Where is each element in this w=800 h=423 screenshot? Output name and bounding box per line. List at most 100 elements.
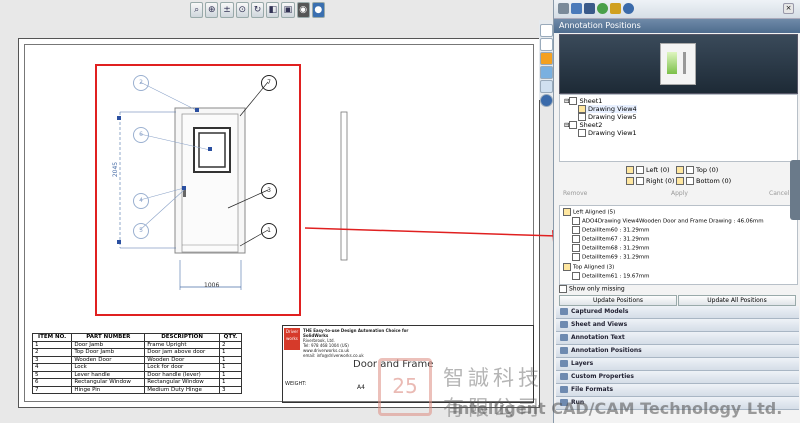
resources-icon[interactable]: [540, 24, 553, 37]
tree-label: Sheet1: [579, 97, 603, 105]
bom-cell: 3: [31, 355, 73, 364]
sheet-size: A4: [357, 384, 365, 391]
bom-cell: 3: [218, 385, 243, 394]
sheet-icon: [569, 97, 578, 105]
section-layers[interactable]: Layers: [556, 358, 799, 371]
close-icon[interactable]: ×: [783, 3, 794, 14]
bom-row: 4 Lock Lock for door 1: [31, 363, 243, 372]
left-align-icon: [626, 166, 634, 174]
group-icon: [563, 208, 571, 216]
help-icon[interactable]: [623, 3, 634, 14]
driveworks-panel: × Annotation Positions ⊟ Sheet1 Drawing V…: [553, 0, 800, 423]
bom-cell: 2: [31, 348, 73, 357]
models-icon: [560, 308, 568, 315]
back-icon[interactable]: [558, 3, 569, 14]
sheet-view-tree[interactable]: ⊟ Sheet1 Drawing View4 Drawing View5 ⊟ She…: [559, 94, 798, 162]
bom-cell: 1: [31, 340, 73, 349]
bom-cell: 6: [31, 378, 73, 387]
section-annotation-text[interactable]: Annotation Text: [556, 332, 799, 345]
list-label: Top Aligned (3): [573, 264, 615, 271]
update-all-positions-button[interactable]: Update All Positions: [678, 295, 796, 306]
bom-row: 3 Wooden Door Wooden Door 1: [31, 355, 243, 364]
top-filter[interactable]: Top (0): [676, 166, 718, 174]
list-item[interactable]: DetailItem69 : 31.29mm: [572, 253, 650, 262]
list-item[interactable]: DetailItem67 : 31.29mm: [572, 235, 650, 244]
bottom-checkbox[interactable]: [686, 177, 694, 185]
bom-cell: 1: [218, 348, 243, 357]
list-item[interactable]: ADO4Drawing View4Wooden Door and Frame D…: [572, 217, 764, 226]
position-filters: Left (0) Top (0) Right (0) Bottom (0): [624, 164, 794, 188]
sheet-icon: [560, 321, 568, 328]
bom-cell: Rectangular Window: [71, 378, 146, 387]
bom-row: 2 Top Door Jamb Door jam above door 1: [31, 348, 243, 357]
list-label: DetailItem69 : 31.29mm: [582, 254, 650, 261]
tree-item-sheet1[interactable]: ⊟ Sheet1: [564, 97, 602, 105]
item-checkbox[interactable]: [572, 235, 580, 243]
custom-properties-icon[interactable]: [540, 94, 553, 107]
design-library-icon[interactable]: [540, 38, 553, 51]
list-item[interactable]: DetailItem68 : 31.29mm: [572, 244, 650, 253]
annotation-list[interactable]: Left Aligned (5) ADO4Drawing View4Wooden…: [559, 205, 798, 285]
list-group[interactable]: Top Aligned (3): [563, 263, 614, 272]
item-checkbox[interactable]: [572, 253, 580, 261]
cancel-button[interactable]: Cancel: [769, 190, 789, 197]
item-checkbox[interactable]: [572, 272, 580, 280]
show-missing-label: Show only missing: [569, 285, 625, 293]
bom-header: DESCRIPTION: [144, 333, 220, 342]
section-sheet-and-views[interactable]: Sheet and Views: [556, 319, 799, 332]
left-checkbox[interactable]: [636, 166, 644, 174]
top-checkbox[interactable]: [686, 166, 694, 174]
appearances-icon[interactable]: [540, 80, 553, 93]
right-checkbox[interactable]: [636, 177, 644, 185]
tree-item-view4[interactable]: Drawing View4: [578, 105, 637, 113]
new-icon[interactable]: [571, 3, 582, 14]
save-icon[interactable]: [584, 3, 595, 14]
properties-icon: [560, 373, 568, 380]
bom-cell: Lock: [71, 363, 146, 372]
right-align-icon: [626, 177, 634, 185]
bom-cell: Door jam above door: [144, 348, 220, 357]
remove-button[interactable]: Remove: [563, 190, 587, 197]
tree-label: Drawing View1: [588, 129, 637, 137]
watermark-logo: 25: [378, 358, 432, 416]
update-buttons: Update Positions Update All Positions: [559, 295, 796, 306]
view-palette-icon[interactable]: [540, 66, 553, 79]
file-explorer-icon[interactable]: [540, 52, 553, 65]
section-captured-models[interactable]: Captured Models: [556, 306, 799, 319]
company-logo: Driver works: [284, 328, 300, 350]
section-annotation-positions[interactable]: Annotation Positions: [556, 345, 799, 358]
update-positions-button[interactable]: Update Positions: [559, 295, 677, 306]
item-checkbox[interactable]: [572, 217, 580, 225]
apply-button[interactable]: Apply: [671, 190, 688, 197]
item-checkbox[interactable]: [572, 226, 580, 234]
tree-label: Drawing View5: [588, 113, 637, 121]
list-item[interactable]: DetailItem61 : 19.67mm: [572, 272, 650, 281]
title-block-heading: THE Easy-to-use Design Automation Choice…: [303, 328, 409, 338]
group-icon: [563, 263, 571, 271]
list-label: Left Aligned (5): [573, 209, 616, 216]
panel-collapse-handle[interactable]: [790, 160, 800, 220]
left-filter[interactable]: Left (0): [626, 166, 670, 174]
list-group[interactable]: Left Aligned (5): [563, 208, 615, 217]
settings-icon[interactable]: [610, 3, 621, 14]
text-icon: [560, 334, 568, 341]
bom-cell: Door Jamb: [71, 340, 146, 349]
tree-label: Drawing View4: [588, 105, 637, 113]
section-custom-properties[interactable]: Custom Properties: [556, 371, 799, 384]
right-filter[interactable]: Right (0): [626, 177, 674, 185]
tree-item-view1[interactable]: Drawing View1: [578, 129, 637, 137]
show-missing-option[interactable]: Show only missing: [559, 285, 625, 293]
list-item[interactable]: DetailItem60 : 31.29mm: [572, 226, 650, 235]
bottom-align-icon: [676, 177, 684, 185]
run-icon[interactable]: [597, 3, 608, 14]
tree-item-sheet2[interactable]: ⊟ Sheet2: [564, 121, 602, 129]
bom-cell: Rectangular Window: [144, 378, 220, 387]
tree-item-view5[interactable]: Drawing View5: [578, 113, 637, 121]
cad-graphics-area[interactable]: ⌕ ⊕ ± ⊙ ↻ ◧ ▣ ◉ ● 2 6 4 5 7 3 1 2045 100…: [0, 0, 553, 423]
item-checkbox[interactable]: [572, 244, 580, 252]
bottom-filter[interactable]: Bottom (0): [676, 177, 731, 185]
bom-cell: Top Door Jamb: [71, 348, 146, 357]
show-missing-checkbox[interactable]: [559, 285, 567, 293]
section-file-formats[interactable]: File Formats: [556, 384, 799, 397]
title-block-info: THE Easy-to-use Design Automation Choice…: [303, 328, 435, 358]
